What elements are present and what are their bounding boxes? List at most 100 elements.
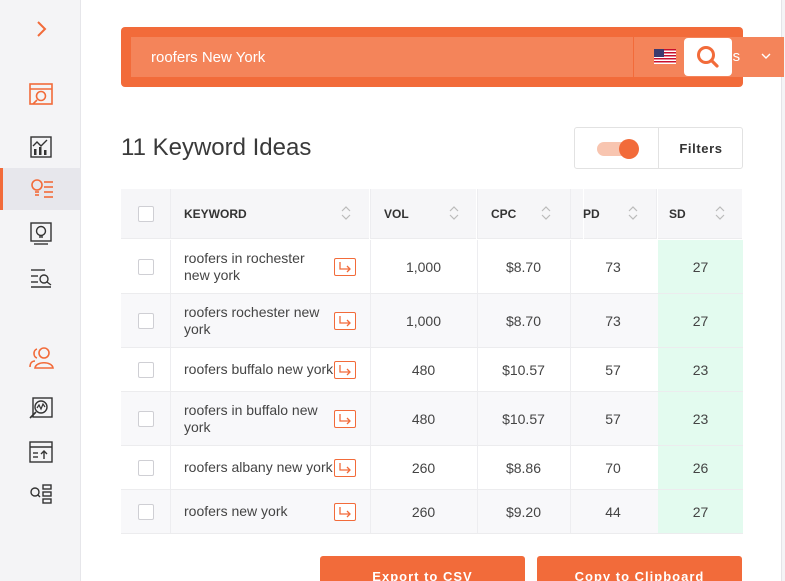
sd-cell: 27 [658,490,743,533]
sort-icon [715,206,725,220]
search-input[interactable]: roofers New York [131,37,633,77]
header-pd[interactable]: PD [583,189,658,239]
divider [656,189,657,238]
sidebar-item-overview[interactable] [0,126,81,168]
cpc-cell: $8.70 [505,258,542,275]
external-link-icon [339,506,351,517]
sd-cell: 26 [658,446,743,489]
external-link-button[interactable] [334,360,356,379]
vol-cell: 1,000 [405,258,442,275]
sort-icon [449,206,459,220]
sd-cell: 27 [658,294,743,347]
sort-icon [628,206,638,220]
filters-button[interactable]: Filters [659,128,743,168]
export-csv-button[interactable]: Export to CSV [320,556,525,581]
sidebar-item-dashboard[interactable] [0,73,81,115]
vol-cell: 260 [411,503,436,520]
chart-icon [29,136,52,158]
select-all-checkbox[interactable] [138,206,154,222]
filters-control: Filters [574,127,743,169]
pd-cell: 70 [605,459,621,476]
content-ideas-icon [29,222,52,245]
divider [170,189,171,238]
table-row[interactable]: roofers new york 260 $9.20 44 27 [121,490,743,534]
sidebar-item-list-search[interactable] [0,473,81,515]
toggle-knob [619,139,639,159]
sd-cell: 23 [658,392,743,445]
cpc-cell: $8.86 [505,459,542,476]
search-icon [697,46,719,68]
header-cpc-label: CPC [491,207,517,221]
external-link-button[interactable] [334,458,356,477]
keyword-ideas-icon [31,179,53,198]
header-vol[interactable]: VOL [384,189,477,239]
us-flag-icon [654,49,676,64]
header-sd[interactable]: SD [669,189,743,239]
sort-icon [541,206,551,220]
chevron-down-icon [761,53,771,59]
list-search-icon [29,484,52,504]
sort-icon [341,206,351,220]
expand-chevron-icon [36,21,46,37]
vol-cell: 1,000 [405,312,442,329]
keyword-text: roofers in rochester new york [184,249,305,283]
copy-clipboard-button[interactable]: Copy to Clipboard [537,556,742,581]
keyword-cell: roofers in rochester new york [121,240,370,293]
table-row[interactable]: roofers buffalo new york 480 $10.57 57 2… [121,348,743,392]
sidebar-item-content-ideas[interactable] [0,212,81,254]
vol-cell: 480 [411,361,436,378]
cpc-cell: $10.57 [502,410,545,427]
external-link-button[interactable] [334,502,356,521]
search-button[interactable] [684,38,732,76]
keyword-text: roofers in buffalo new york [184,401,318,435]
pd-cell: 73 [605,312,621,329]
expand-sidebar-button[interactable] [0,8,81,50]
header-vol-label: VOL [384,207,409,221]
divider [370,189,371,238]
keyword-text: roofers rochester new york [184,303,320,337]
keyword-cell: roofers in buffalo new york [121,392,370,445]
user-group-icon [28,347,54,369]
keyword-cell: roofers albany new york [121,446,370,489]
keyword-cell: roofers buffalo new york [121,348,370,391]
cpc-cell: $8.70 [505,312,542,329]
vol-cell: 480 [411,410,436,427]
cpc-cell: $10.57 [502,361,545,378]
keyword-text: roofers albany new york [184,459,333,475]
analytics-icon [28,397,53,419]
header-pd-label: PD [583,207,600,221]
vol-cell: 260 [411,459,436,476]
sidebar-item-site-audit[interactable] [0,256,81,298]
pd-cell: 73 [605,258,621,275]
sidebar-item-analytics[interactable] [0,387,81,429]
header-keyword[interactable]: KEYWORD [184,189,370,239]
window-edge [781,0,785,581]
external-link-button[interactable] [334,257,356,276]
table-row[interactable]: roofers in rochester new york 1,000 $8.7… [121,240,743,294]
dashboard-icon [28,83,53,105]
external-link-icon [339,261,351,272]
sd-cell: 27 [658,240,743,293]
sidebar-item-keyword-ideas[interactable] [0,168,81,210]
divider [570,189,571,238]
pd-cell: 44 [605,503,621,520]
external-link-button[interactable] [334,311,356,330]
filters-toggle[interactable] [597,139,641,159]
keyword-text: roofers new york [184,503,288,519]
rank-tracker-icon [28,441,53,463]
external-link-icon [339,364,351,375]
cpc-cell: $9.20 [505,503,542,520]
page-title: 11 Keyword Ideas [121,134,312,161]
table-row[interactable]: roofers rochester new york 1,000 $8.70 7… [121,294,743,348]
sidebar-item-rank-tracker[interactable] [0,431,81,473]
keyword-table: KEYWORD VOL CPC PD SD roofers in rochest… [121,189,743,536]
table-row[interactable]: roofers in buffalo new york 480 $10.57 5… [121,392,743,446]
external-link-button[interactable] [334,409,356,428]
search-bar: roofers New York En / Us [121,27,784,87]
keyword-text: roofers buffalo new york [184,361,334,377]
sd-cell: 23 [658,348,743,391]
sidebar-item-users[interactable] [0,337,81,379]
table-row[interactable]: roofers albany new york 260 $8.86 70 26 [121,446,743,490]
header-sd-label: SD [669,207,686,221]
pd-cell: 57 [605,361,621,378]
